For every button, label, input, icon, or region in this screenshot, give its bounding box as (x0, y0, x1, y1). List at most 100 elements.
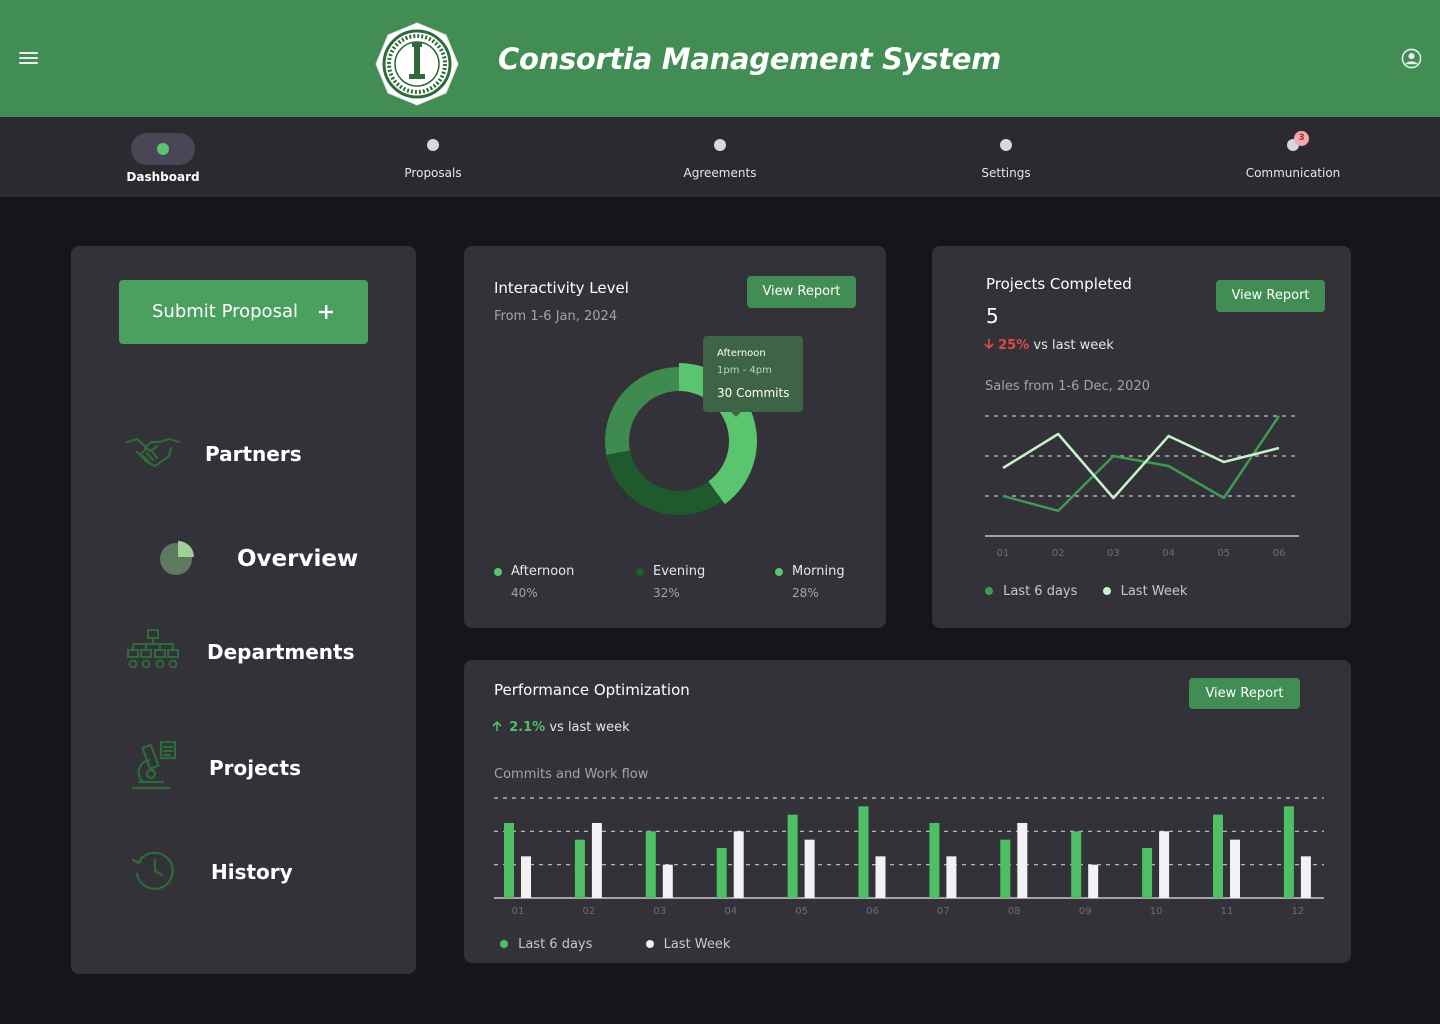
university-seal-logo (375, 22, 459, 106)
pie-chart-icon (160, 541, 194, 575)
change-indicator: 2.1% vs last week (492, 720, 630, 735)
legend-label: Last Week (1120, 584, 1188, 599)
legend-value: 28% (792, 586, 819, 600)
view-report-button[interactable]: View Report (1189, 678, 1300, 709)
bar-last-6-days (574, 839, 585, 898)
bar-last-week (1017, 823, 1028, 898)
bar-last-week (1159, 831, 1170, 898)
bar-last-6-days (504, 823, 514, 898)
legend-label: Afternoon (511, 564, 575, 579)
sidebar-item-projects[interactable]: Projects (129, 740, 379, 792)
tooltip-arrow (731, 412, 741, 417)
chart-tooltip: Afternoon 1pm - 4pm 30 Commits (703, 336, 803, 417)
arrow-up-icon (492, 720, 502, 731)
sidebar-item-departments[interactable]: Departments (125, 626, 395, 674)
x-tick-label: 11 (1221, 906, 1234, 917)
bar-last-week (804, 839, 815, 898)
x-tick-label: 05 (1217, 548, 1230, 559)
tooltip-title: Afternoon (717, 348, 766, 359)
nav-label: Settings (981, 166, 1031, 180)
change-text: vs last week (549, 720, 630, 735)
x-tick-label: 06 (1273, 548, 1286, 559)
nav-proposals[interactable]: Proposals (383, 117, 483, 197)
org-chart-icon (127, 629, 179, 669)
app-title: Consortia Management System (498, 42, 1002, 76)
nav-dot-icon (714, 139, 726, 151)
legend-value: 32% (653, 586, 680, 600)
tooltip-value: 30 Commits (717, 386, 790, 400)
chart-legend: Last 6 days Last Week (500, 933, 730, 952)
bar-last-week (591, 823, 602, 898)
bar-last-week (1300, 856, 1311, 898)
bar-last-week (733, 831, 744, 898)
x-tick-label: 01 (512, 906, 525, 917)
x-tick-label: 04 (1162, 548, 1175, 559)
legend-swatch (645, 940, 654, 948)
series-line-last-week (1002, 432, 1280, 500)
x-tick-label: 08 (1008, 906, 1021, 917)
change-value: 2.1% (509, 720, 546, 735)
sidebar-item-history[interactable]: History (131, 846, 381, 894)
sidebar-item-overview[interactable]: Overview (157, 536, 387, 584)
legend-swatch (1102, 587, 1111, 595)
change-value: 25% (998, 338, 1030, 353)
nav-label: Dashboard (126, 170, 200, 184)
sidebar-item-label: Departments (207, 640, 355, 664)
legend-value: 40% (511, 586, 538, 600)
x-tick-label: 06 (866, 906, 879, 917)
nav-label: Proposals (404, 166, 462, 180)
bar-last-week (662, 864, 673, 898)
nav-dashboard[interactable]: Dashboard (113, 117, 213, 197)
bar-last-6-days (1213, 814, 1223, 898)
bar-last-week (521, 856, 531, 898)
legend-label: Last 6 days (1003, 584, 1078, 599)
interactivity-card: Interactivity Level From 1-6 Jan, 2024 V… (464, 246, 886, 628)
x-tick-label: 02 (583, 906, 596, 917)
view-report-button[interactable]: View Report (1216, 280, 1325, 312)
hamburger-menu-icon[interactable] (19, 52, 38, 66)
nav-label: Communication (1245, 166, 1341, 180)
nav-dot-icon (427, 139, 439, 151)
submit-proposal-button[interactable]: Submit Proposal (119, 280, 368, 344)
nav-dot-icon (1000, 139, 1012, 151)
projects-count: 5 (986, 304, 999, 328)
sidebar-item-label: Projects (209, 756, 302, 780)
top-navigation: Dashboard Proposals Agreements Settings … (0, 117, 1440, 197)
microscope-icon (131, 740, 177, 790)
legend-label: Morning (792, 564, 845, 579)
card-title: Interactivity Level (494, 279, 629, 297)
bar-last-6-days (716, 848, 727, 898)
sidebar-panel: Submit Proposal Partners Overview Depart… (71, 246, 416, 974)
change-indicator: 25% vs last week (984, 338, 1114, 353)
view-report-button[interactable]: View Report (747, 276, 856, 308)
app-header: Consortia Management System (0, 0, 1440, 117)
x-tick-label: 03 (1107, 548, 1120, 559)
line-chart: 01 02 03 04 05 06 (985, 415, 1299, 559)
user-account-icon[interactable] (1401, 48, 1422, 69)
bar-last-6-days (1142, 848, 1153, 898)
handshake-icon (125, 437, 181, 468)
bar-last-week (1088, 864, 1099, 898)
bar-last-6-days (1071, 831, 1082, 898)
bar-last-6-days (1283, 806, 1294, 898)
sidebar-item-label: History (211, 860, 293, 884)
bar-last-week (875, 856, 886, 898)
nav-label: Agreements (683, 166, 757, 180)
plus-icon (319, 305, 333, 319)
x-tick-label: 12 (1292, 906, 1305, 917)
card-title: Performance Optimization (494, 681, 690, 699)
legend-swatch (985, 587, 993, 595)
nav-agreements[interactable]: Agreements (670, 117, 770, 197)
nav-communication[interactable]: 3 Communication (1238, 117, 1348, 197)
sidebar-item-partners[interactable]: Partners (125, 432, 385, 476)
x-tick-label: 07 (937, 906, 950, 917)
bar-last-6-days (858, 806, 869, 898)
card-subtitle: From 1-6 Jan, 2024 (494, 309, 618, 324)
chart-title: Commits and Work flow (494, 767, 649, 782)
bar-last-week (946, 856, 957, 898)
donut-slice-evening (606, 450, 723, 515)
sidebar-item-label: Overview (237, 546, 359, 572)
donut-slice-morning (605, 367, 679, 455)
sidebar-item-label: Partners (205, 442, 302, 466)
nav-settings[interactable]: Settings (956, 117, 1056, 197)
